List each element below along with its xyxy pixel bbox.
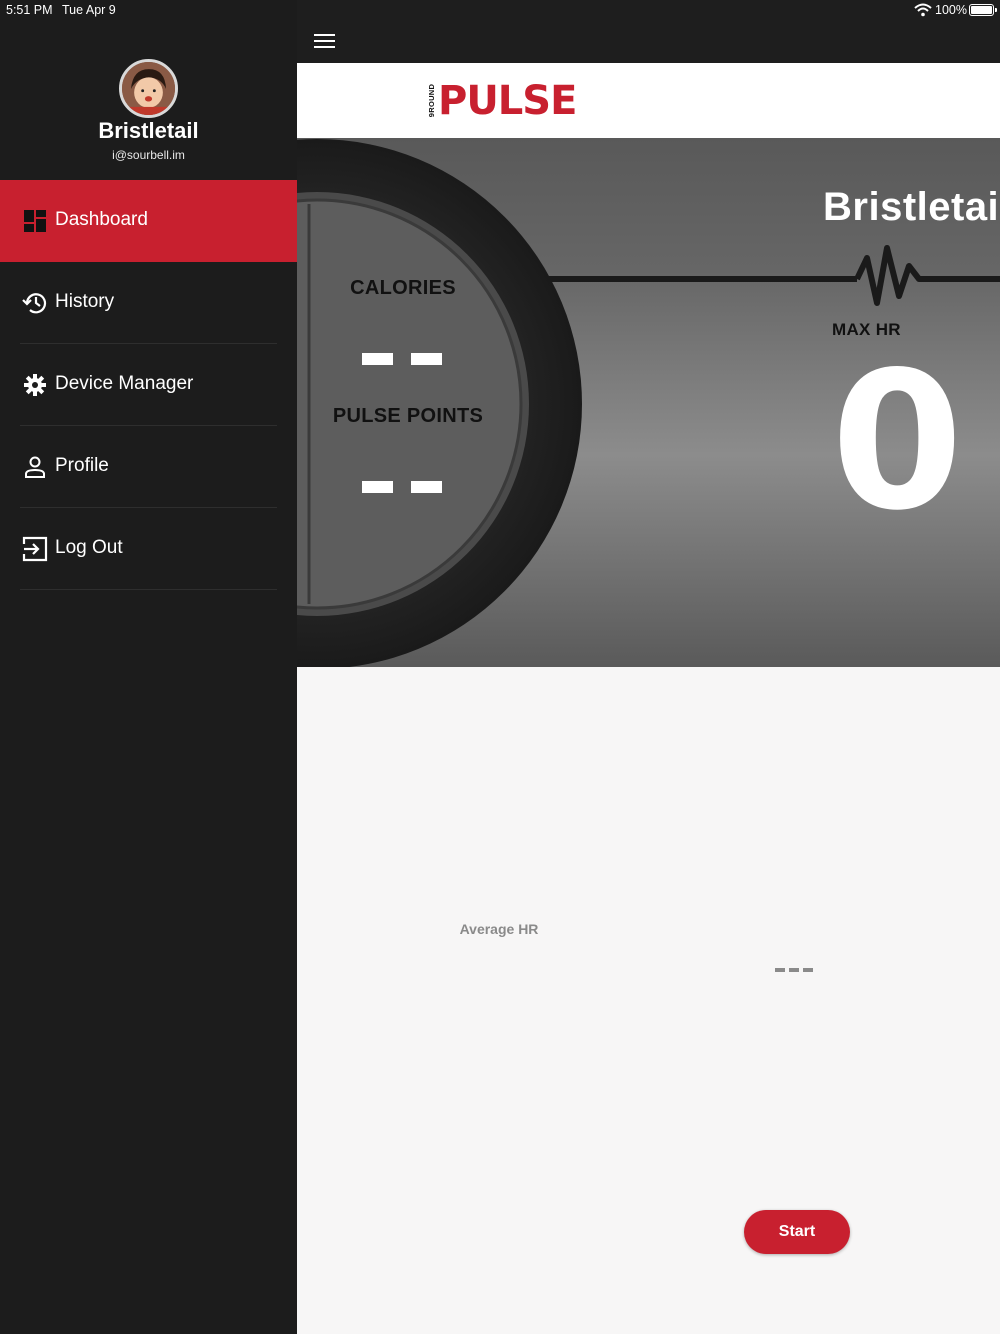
status-date: Tue Apr 9 — [62, 3, 116, 17]
logout-icon — [22, 536, 48, 562]
max-hr-value: 0 — [831, 331, 964, 552]
logo-bar — [297, 63, 1000, 138]
sidebar-menu: Dashboard History Device Manager Profile… — [0, 180, 297, 590]
pulse-points-label: PULSE POINTS — [332, 405, 484, 427]
gear-icon — [22, 372, 48, 398]
calories-value-placeholder — [297, 352, 507, 370]
battery-icon — [969, 4, 997, 16]
calories-label: CALORIES — [350, 277, 456, 299]
status-bar: 5:51 PM Tue Apr 9 100% — [0, 0, 1000, 20]
app-screen: Bristletail i@sourbell.im Dashboard Hist… — [0, 0, 1000, 1334]
sidebar: Bristletail i@sourbell.im Dashboard Hist… — [0, 0, 297, 1334]
sidebar-item-profile[interactable]: Profile — [0, 426, 297, 508]
average-hr-value-placeholder — [775, 959, 817, 972]
sidebar-item-history[interactable]: History — [0, 262, 297, 344]
sidebar-item-label: Profile — [55, 455, 109, 476]
history-icon — [22, 290, 48, 316]
divider — [20, 589, 277, 590]
dashboard-hero: Bristletail CALORIES PULSE POINTS MAX HR… — [297, 138, 1000, 667]
user-email: i@sourbell.im — [112, 148, 185, 162]
sidebar-item-label: Device Manager — [55, 373, 194, 394]
status-time: 5:51 PM — [6, 3, 53, 17]
start-button[interactable]: Start — [744, 1210, 850, 1254]
sidebar-item-device-manager[interactable]: Device Manager — [0, 344, 297, 426]
sidebar-item-label: Log Out — [55, 537, 123, 558]
athlete-name: Bristletail — [823, 185, 1000, 229]
user-name: Bristletail — [98, 118, 199, 143]
logo-subtitle: 9ROUND — [427, 83, 437, 118]
avatar-image — [122, 62, 175, 115]
sidebar-item-label: Dashboard — [55, 209, 148, 230]
hamburger-menu-icon[interactable] — [314, 34, 335, 48]
pulse-logo: PULSE — [438, 78, 577, 124]
dashboard-icon — [22, 208, 48, 234]
average-hr-label: Average HR — [459, 921, 539, 937]
person-icon — [22, 454, 48, 480]
wifi-icon — [914, 3, 932, 17]
sidebar-item-dashboard[interactable]: Dashboard — [0, 180, 297, 262]
main-content: Bristletail CALORIES PULSE POINTS MAX HR… — [297, 0, 1000, 1334]
battery-percent: 100% — [935, 3, 967, 17]
pulse-points-value-placeholder — [297, 480, 507, 498]
sidebar-item-label: History — [55, 291, 115, 312]
sidebar-item-log-out[interactable]: Log Out — [0, 508, 297, 590]
avatar[interactable] — [119, 59, 178, 118]
